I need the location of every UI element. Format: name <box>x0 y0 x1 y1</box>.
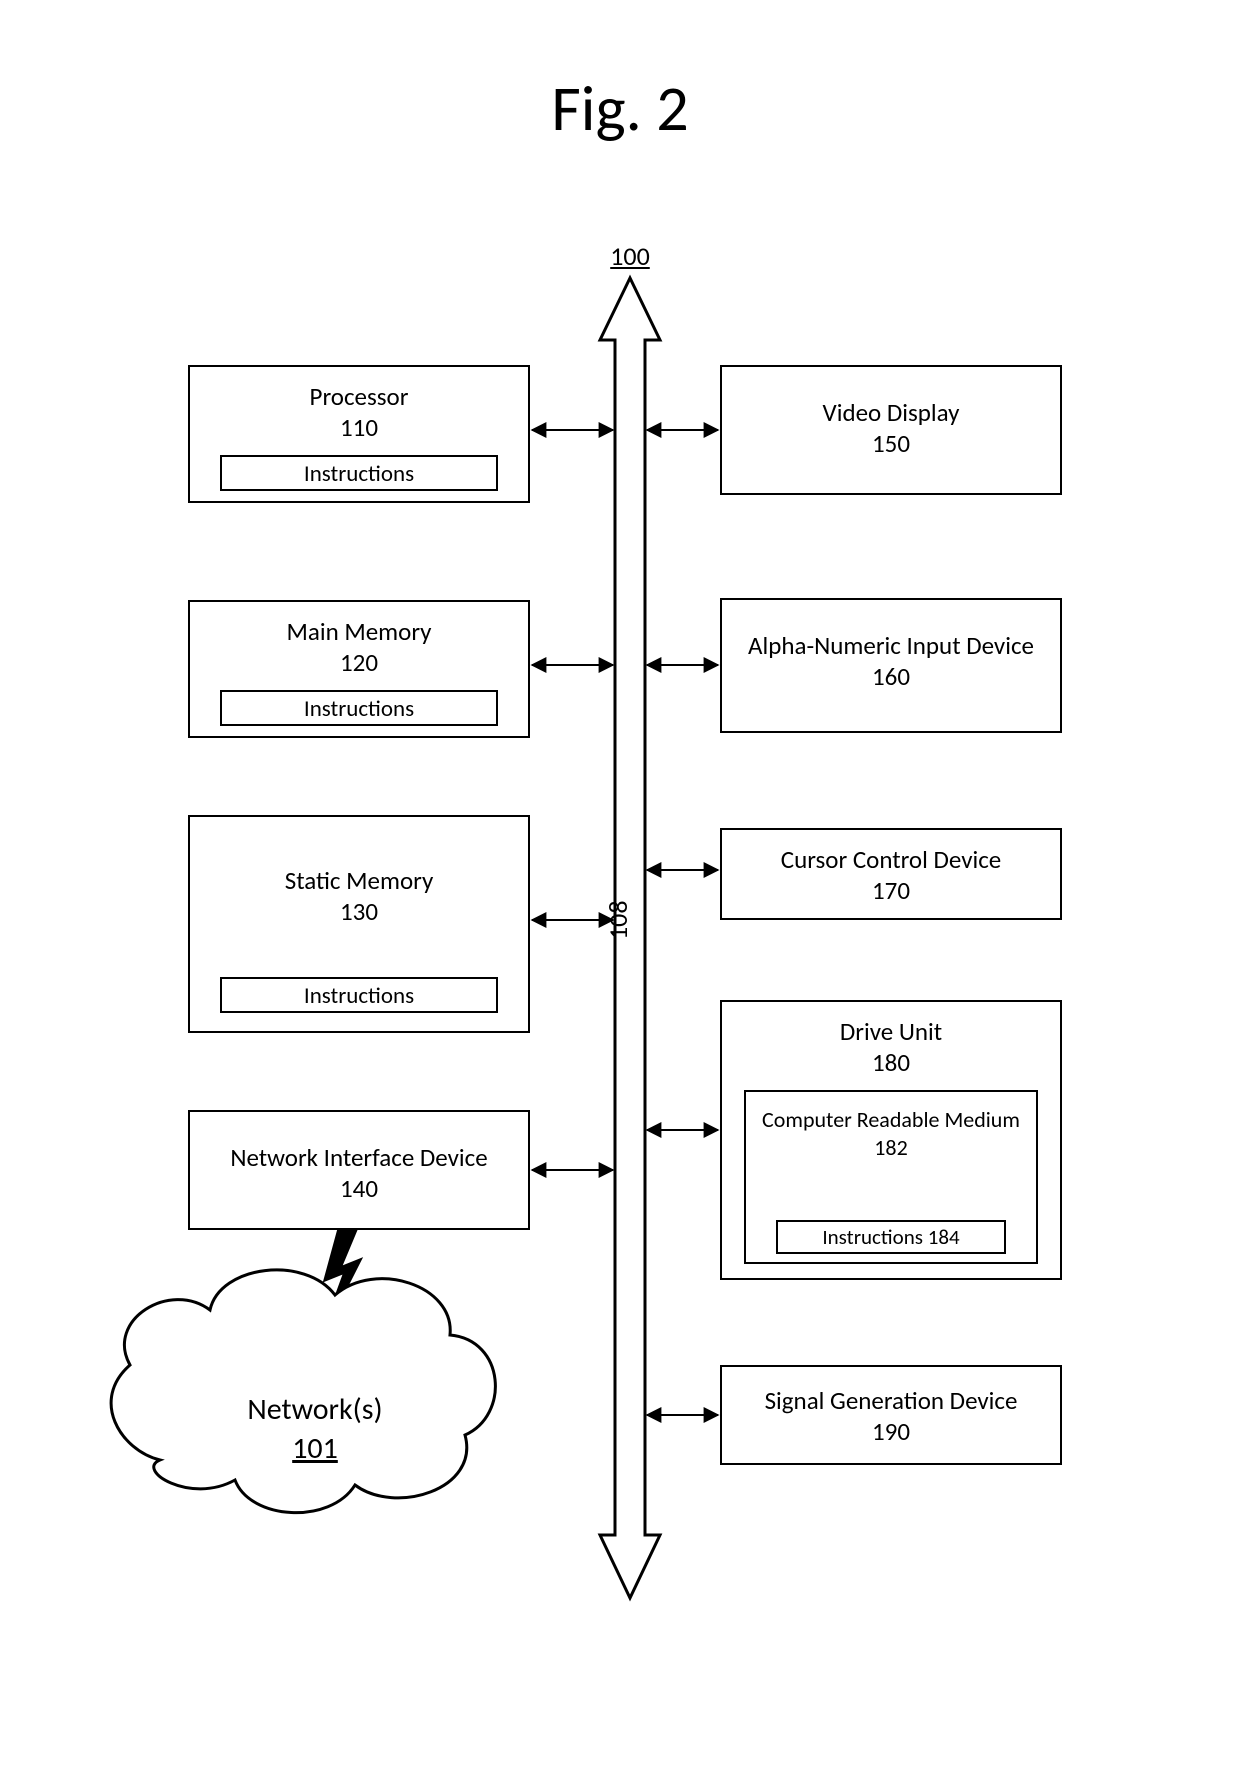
static-memory-ref: 130 <box>190 896 528 927</box>
crm-instructions: Instructions 184 <box>776 1220 1006 1254</box>
net-if-label: Network Interface Device <box>190 1142 528 1173</box>
instructions-label: Instructions <box>304 460 414 488</box>
siggen-label: Signal Generation Device <box>722 1385 1060 1416</box>
crm-label: Computer Readable Medium <box>746 1106 1036 1134</box>
static-memory-instructions: Instructions <box>220 977 498 1013</box>
siggen-ref: 190 <box>722 1416 1060 1447</box>
main-memory-instructions: Instructions <box>220 690 498 726</box>
processor-label: Processor <box>190 381 528 412</box>
alnum-ref: 160 <box>722 661 1060 692</box>
box-static-memory: Static Memory 130 Instructions <box>188 815 530 1033</box>
static-memory-label: Static Memory <box>190 865 528 896</box>
box-computer-readable-medium: Computer Readable Medium 182 Instruction… <box>744 1090 1038 1264</box>
crm-ref: 182 <box>746 1134 1036 1162</box>
cursor-label: Cursor Control Device <box>722 844 1060 875</box>
network-ref: 101 <box>205 1429 425 1468</box>
crm-instructions-label: Instructions 184 <box>822 1224 959 1250</box>
alnum-label: Alpha-Numeric Input Device <box>722 630 1060 661</box>
drive-unit-ref: 180 <box>722 1047 1060 1078</box>
main-memory-ref: 120 <box>190 647 528 678</box>
box-processor: Processor 110 Instructions <box>188 365 530 503</box>
video-ref: 150 <box>722 428 1060 459</box>
processor-instructions: Instructions <box>220 455 498 491</box>
network-label: Network(s) <box>247 1391 382 1428</box>
box-main-memory: Main Memory 120 Instructions <box>188 600 530 738</box>
box-network-interface: Network Interface Device 140 <box>188 1110 530 1230</box>
drive-unit-label: Drive Unit <box>722 1016 1060 1047</box>
video-label: Video Display <box>722 397 1060 428</box>
network-cloud-label: Network(s) 101 <box>205 1390 425 1468</box>
diagram-page: Fig. 2 100 <box>0 0 1240 1785</box>
box-video-display: Video Display 150 <box>720 365 1062 495</box>
processor-ref: 110 <box>190 412 528 443</box>
net-if-ref: 140 <box>190 1173 528 1204</box>
instructions-label: Instructions <box>304 982 414 1010</box>
cursor-ref: 170 <box>722 875 1060 906</box>
box-alnum-input: Alpha-Numeric Input Device 160 <box>720 598 1062 733</box>
box-signal-generation: Signal Generation Device 190 <box>720 1365 1062 1465</box>
bus-ref: 108 <box>602 900 634 940</box>
box-drive-unit: Drive Unit 180 Computer Readable Medium … <box>720 1000 1062 1280</box>
instructions-label: Instructions <box>304 695 414 723</box>
box-cursor-control: Cursor Control Device 170 <box>720 828 1062 920</box>
main-memory-label: Main Memory <box>190 616 528 647</box>
